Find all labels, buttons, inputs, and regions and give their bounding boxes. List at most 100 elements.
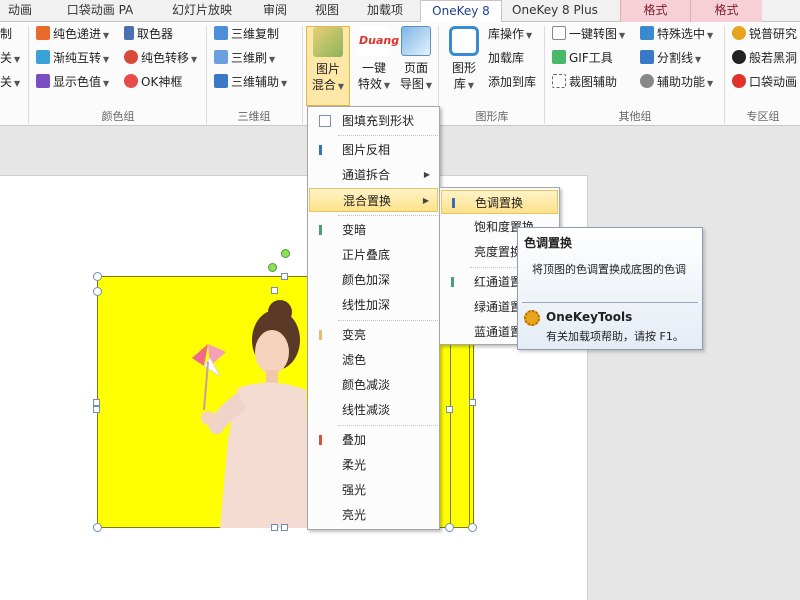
btn-add-to-library[interactable]: 添加到库: [488, 72, 536, 92]
btn-library-ops[interactable]: 库操作 ▼: [488, 24, 532, 44]
ribbon-left-item-2[interactable]: 关 ▼: [0, 48, 20, 68]
btn-gradient-swap[interactable]: 渐纯互转 ▼: [36, 48, 109, 68]
ribbon-tab-bar: 动画 口袋动画 PA 幻灯片放映 审阅 视图 加载项 OneKey 8 OneK…: [0, 0, 800, 23]
tab-animation[interactable]: 动画: [0, 0, 40, 22]
menu-item-channel-split[interactable]: 通道拆合 ▶: [309, 163, 438, 187]
crop-icon: [552, 74, 566, 88]
menu-item-invert-label: 图片反相: [342, 143, 391, 157]
page-guide-button[interactable]: 页面 导图 ▼: [394, 26, 438, 106]
menu-item-screen[interactable]: 滤色: [309, 348, 438, 372]
menu-separator: [338, 425, 438, 426]
resize-handle-right[interactable]: [469, 399, 476, 406]
menu-item-hard-light[interactable]: 强光: [309, 478, 438, 502]
resize-handle-left[interactable]: [93, 399, 100, 406]
btn-pocket-animation[interactable]: 口袋动画: [732, 72, 797, 92]
tab-slideshow[interactable]: 幻灯片放映: [160, 0, 244, 22]
person-photo[interactable]: [180, 300, 310, 528]
chevron-down-icon: ▼: [337, 82, 345, 91]
menu-item-color-dodge[interactable]: 颜色减淡: [309, 373, 438, 397]
btn-solid-gradient[interactable]: 纯色递进 ▼: [36, 24, 109, 44]
btn-crop-assist[interactable]: 裁图辅助: [552, 72, 617, 92]
btn-3d-brush[interactable]: 三维刷 ▼: [214, 48, 275, 68]
resize-handle-tl2[interactable]: [93, 287, 102, 296]
brush-icon: [214, 50, 228, 64]
btn-assist-functions[interactable]: 辅助功能 ▼: [640, 72, 713, 92]
btn-3d-copy[interactable]: 三维复制: [214, 24, 279, 44]
tab-onekey8[interactable]: OneKey 8: [420, 0, 502, 23]
menu-item-linear-dodge[interactable]: 线性减淡: [309, 398, 438, 422]
btn-oneclick-to-image[interactable]: 一键转图 ▼: [552, 24, 625, 44]
menu-item-linear-burn[interactable]: 线性加深: [309, 293, 438, 317]
btn-color-transfer[interactable]: 纯色转移 ▼: [124, 48, 197, 68]
chevron-down-icon: ▼: [467, 81, 475, 90]
btn-divider-line[interactable]: 分割线 ▼: [640, 48, 701, 68]
menu-item-channel-split-label: 通道拆合: [342, 168, 391, 182]
picture-blend-label-1: 图片: [315, 62, 340, 76]
picture-blend-button[interactable]: 图片 混合 ▼: [306, 26, 350, 106]
btn-3d-brush-label: 三维刷: [231, 51, 268, 65]
btn-color-picker[interactable]: 取色器: [124, 24, 173, 44]
resize-handle-br[interactable]: [468, 523, 477, 532]
resize-handle-left2[interactable]: [93, 406, 100, 413]
resize-handle-bottom2[interactable]: [281, 524, 288, 531]
tab-format-1[interactable]: 格式: [620, 0, 690, 22]
resize-handle-bottom[interactable]: [271, 524, 278, 531]
btn-ok-frame-label: OK神框: [141, 75, 183, 89]
duang-icon: Duang: [359, 26, 399, 56]
chevron-down-icon: ▼: [526, 31, 533, 40]
btn-show-color-value[interactable]: 显示色值 ▼: [36, 72, 109, 92]
rotate-handle[interactable]: [268, 263, 277, 272]
btn-gif-tool[interactable]: GIF工具: [552, 48, 613, 68]
tooltip: 色调置换 将顶图的色调置换成底图的色调 OneKeyTools 有关加载项帮助，…: [517, 227, 703, 350]
hue-icon: [452, 198, 455, 208]
btn-gradient-swap-label: 渐纯互转: [53, 51, 102, 65]
rotate-handle-2[interactable]: [281, 249, 290, 258]
resize-handle-tl[interactable]: [93, 272, 102, 281]
shape-library-button[interactable]: 图形 库 ▼: [442, 26, 486, 106]
ribbon-left-item-1[interactable]: 制: [0, 24, 12, 44]
page-guide-label-2: 导图 ▼: [394, 76, 438, 94]
menu-item-vivid-light[interactable]: 亮光: [309, 503, 438, 527]
oneclick-effect-button[interactable]: Duang 一键 特效 ▼: [352, 26, 399, 106]
tab-review[interactable]: 审阅: [254, 0, 296, 22]
menu-item-lighten[interactable]: 变亮: [309, 323, 438, 347]
menu-item-color-burn[interactable]: 颜色加深: [309, 268, 438, 292]
btn-special-select[interactable]: 特殊选中 ▼: [640, 24, 713, 44]
wrench-icon: [640, 74, 654, 88]
btn-oneclick-to-image-label: 一键转图: [569, 27, 618, 41]
neck-shape: [266, 370, 278, 384]
btn-special-select-label: 特殊选中: [657, 27, 706, 41]
menu-item-fill-to-shape[interactable]: 图填充到形状: [309, 109, 438, 133]
resize-handle-right-inner[interactable]: [446, 406, 453, 413]
submenu-item-hue-replace[interactable]: 色调置换: [441, 190, 558, 214]
tab-view[interactable]: 视图: [306, 0, 348, 22]
tab-pocket-animation[interactable]: 口袋动画 PA: [55, 0, 145, 22]
tab-addins[interactable]: 加载项: [356, 0, 414, 22]
btn-load-library[interactable]: 加载库: [488, 48, 524, 68]
menu-item-soft-light[interactable]: 柔光: [309, 453, 438, 477]
resize-handle-top[interactable]: [271, 287, 278, 294]
btn-prajna-blackhole[interactable]: 般若黑洞: [732, 48, 797, 68]
btn-ok-frame[interactable]: OK神框: [124, 72, 182, 92]
menu-item-blend-replace[interactable]: 混合置换 ▶: [309, 188, 438, 212]
overlay-icon: [319, 435, 322, 445]
tab-onekey8-plus[interactable]: OneKey 8 Plus: [506, 0, 604, 22]
chevron-down-icon: ▼: [695, 55, 702, 64]
btn-prajna-blackhole-label: 般若黑洞: [749, 51, 798, 65]
resize-handle-bl[interactable]: [93, 523, 102, 532]
ribbon-left-item-3[interactable]: 关 ▼: [0, 72, 20, 92]
menu-item-invert[interactable]: 图片反相: [309, 138, 438, 162]
menu-item-darken[interactable]: 变暗: [309, 218, 438, 242]
btn-divider-line-label: 分割线: [657, 51, 694, 65]
btn-ruipu-research-label: 锐普研究: [749, 27, 798, 41]
resize-handle-br-inner[interactable]: [445, 523, 454, 532]
tab-format-2[interactable]: 格式: [690, 0, 762, 22]
menu-item-overlay-label: 叠加: [342, 433, 367, 447]
menu-item-overlay[interactable]: 叠加: [309, 428, 438, 452]
menu-item-darken-label: 变暗: [342, 223, 367, 237]
menu-item-multiply[interactable]: 正片叠底: [309, 243, 438, 267]
btn-ruipu-research[interactable]: 锐普研究: [732, 24, 797, 44]
shape-library-label-2: 库 ▼: [442, 76, 486, 94]
btn-3d-assist[interactable]: 三维辅助 ▼: [214, 72, 287, 92]
resize-handle-top2[interactable]: [281, 273, 288, 280]
